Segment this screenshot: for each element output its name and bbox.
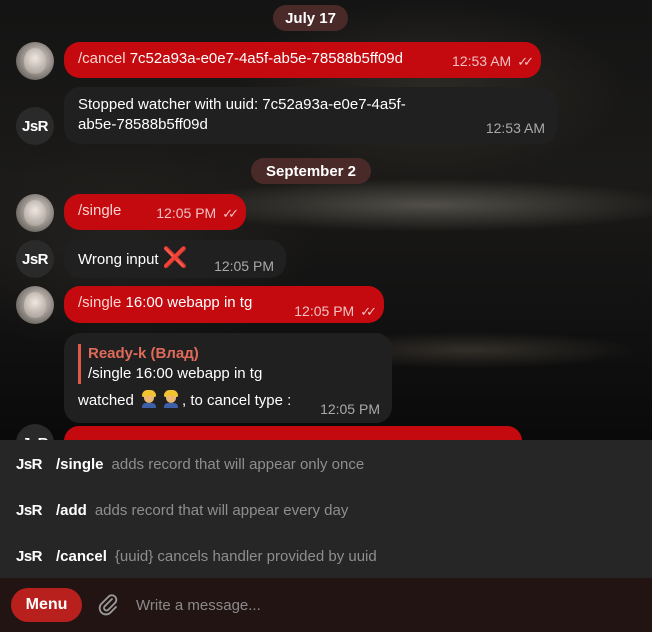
- command-name: /add: [56, 501, 87, 519]
- message-text: ab5e-78588b5ff09d: [78, 116, 208, 133]
- incoming-message[interactable]: Stopped watcher with uuid: 7c52a93a-e0e7…: [64, 87, 557, 144]
- message-text: 16:00 webapp in tg: [121, 294, 253, 311]
- command-suggestions: JsR /single adds record that will appear…: [0, 440, 652, 578]
- command-link[interactable]: /single: [78, 294, 121, 311]
- date-separator: September 2: [251, 158, 371, 184]
- paperclip-icon[interactable]: [96, 591, 120, 619]
- user-avatar[interactable]: [16, 194, 54, 232]
- chat-area: July 17 /cancel 7c52a93a-e0e7-4a5f-ab5e-…: [0, 0, 652, 440]
- outgoing-message[interactable]: /cancel 7c52a93a-e0e7-4a5f-ab5e-78588b5f…: [64, 42, 541, 78]
- bot-avatar[interactable]: JsR: [16, 107, 54, 145]
- bot-avatar: JsR: [16, 547, 43, 565]
- date-label: September 2: [265, 162, 357, 180]
- date-label: July 17: [285, 9, 336, 27]
- construction-worker-icon: [140, 390, 158, 408]
- bot-avatar[interactable]: JsR: [16, 240, 54, 278]
- message-text: Wrong input: [78, 251, 159, 268]
- outgoing-message[interactable]: /single 16:00 webapp in tg 12:05 PM ✓✓: [64, 286, 384, 323]
- message-time: 12:53 AM: [485, 120, 545, 136]
- message-time: 12:53 AM: [452, 53, 512, 69]
- command-link[interactable]: /single: [78, 202, 121, 219]
- command-description: adds record that will appear only once: [111, 455, 365, 473]
- message-input[interactable]: [136, 588, 652, 622]
- double-check-icon: ✓✓: [360, 304, 377, 319]
- user-avatar[interactable]: [16, 286, 54, 324]
- message-composer: Menu: [0, 578, 652, 632]
- outgoing-message[interactable]: /single 12:05 PM ✓✓: [64, 194, 246, 230]
- message-time: 12:05 PM: [214, 258, 274, 274]
- cross-mark-icon: ❌: [162, 247, 188, 269]
- menu-button[interactable]: Menu: [11, 588, 82, 622]
- date-separator: July 17: [273, 5, 348, 31]
- message-text: 7c52a93a-e0e7-4a5f-ab5e-78588b5ff09d: [125, 50, 403, 67]
- reply-text: /single 16:00 webapp in tg: [88, 365, 263, 382]
- double-check-icon: ✓✓: [517, 54, 534, 69]
- message-text: , to cancel type :: [182, 392, 292, 409]
- bot-avatar-initials: JsR: [21, 250, 49, 268]
- bot-avatar[interactable]: JsR: [16, 424, 54, 440]
- construction-worker-icon: [162, 390, 180, 408]
- message-text: Stopped watcher with uuid: 7c52a93a-e0e7…: [78, 96, 406, 113]
- command-item-single[interactable]: JsR /single adds record that will appear…: [0, 441, 652, 487]
- message-time: 12:05 PM: [294, 303, 355, 319]
- command-description: adds record that will appear every day: [94, 501, 349, 519]
- reply-author: Ready-k (Влад): [88, 345, 199, 362]
- bot-avatar: JsR: [16, 501, 43, 519]
- user-avatar[interactable]: [16, 42, 54, 80]
- command-name: /single: [56, 455, 104, 473]
- incoming-message[interactable]: Wrong input ❌ 12:05 PM: [64, 240, 286, 278]
- bot-avatar: JsR: [16, 455, 43, 473]
- double-check-icon: ✓✓: [222, 206, 239, 221]
- message-time: 12:05 PM: [156, 205, 217, 221]
- command-name: /cancel: [56, 547, 107, 565]
- reply-quote[interactable]: Ready-k (Влад) /single 16:00 webapp in t…: [78, 344, 378, 384]
- incoming-message[interactable]: Ready-k (Влад) /single 16:00 webapp in t…: [64, 333, 392, 423]
- command-item-add[interactable]: JsR /add adds record that will appear ev…: [0, 487, 652, 533]
- message-time: 12:05 PM: [320, 401, 380, 417]
- message-text: watched: [78, 392, 139, 409]
- outgoing-message[interactable]: [64, 426, 522, 440]
- bot-avatar-initials: JsR: [21, 117, 49, 135]
- command-item-cancel[interactable]: JsR /cancel {uuid} cancels handler provi…: [0, 533, 652, 579]
- command-description: {uuid} cancels handler provided by uuid: [114, 547, 377, 565]
- command-link[interactable]: /cancel: [78, 50, 126, 67]
